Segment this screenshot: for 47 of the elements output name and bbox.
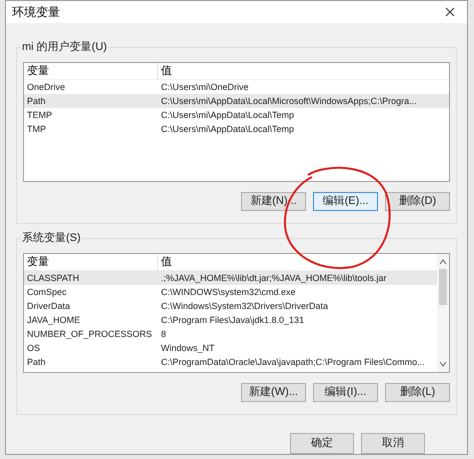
dialog-button[interactable]: 新建(W)...: [241, 383, 306, 402]
variable-name: DriverData: [26, 300, 72, 313]
column-header[interactable]: 值: [158, 63, 449, 80]
table-row[interactable]: DriverData C:\Windows\System32\Drivers\DriverData: [24, 299, 437, 313]
column-header[interactable]: 值: [158, 254, 437, 270]
variable-name: TEMP: [26, 109, 54, 122]
variable-name: Path: [26, 95, 47, 108]
table-row[interactable]: Path C:\ProgramData\Oracle\Java\javapath;C:\Program Files\Commo...: [24, 355, 437, 369]
table-row[interactable]: OS Windows_NT: [24, 341, 437, 355]
table-row[interactable]: Path C:\Users\mi\AppData\Local\Microsoft\WindowsApps;C:\Progra...: [24, 94, 449, 108]
variable-value: C:\WINDOWS\system32\cmd.exe: [160, 286, 296, 299]
table-row[interactable]: ComSpec C:\WINDOWS\system32\cmd.exe: [24, 285, 437, 299]
variable-name: JAVA_HOME: [26, 314, 82, 327]
dialog-button[interactable]: 删除(L): [385, 383, 450, 402]
variable-value: C:\Users\mi\AppData\Local\Temp: [160, 109, 294, 122]
variable-name: TMP: [26, 123, 47, 136]
group-label: 系统变量(S): [21, 231, 82, 245]
variable-name: NUMBER_OF_PROCESSORS: [26, 328, 154, 341]
table-row[interactable]: NUMBER_OF_PROCESSORS 8: [24, 327, 437, 341]
variable-value: C:\Users\mi\AppData\Local\Microsoft\WindowsApps;C:\Progra...: [160, 95, 417, 108]
table-row[interactable]: CLASSPATH .;%JAVA_HOME%\lib\dt.jar;%JAVA_HOME%\lib\tools.jar: [24, 271, 437, 285]
table-row[interactable]: TMP C:\Users\mi\AppData\Local\Temp: [24, 122, 449, 136]
dialog-button[interactable]: 取消: [361, 433, 425, 454]
variable-value: C:\Users\mi\OneDrive: [160, 81, 249, 94]
column-header[interactable]: 变量: [24, 254, 158, 270]
variable-name: OS: [26, 342, 42, 355]
variable-name: ComSpec: [26, 286, 68, 299]
variable-value: .;%JAVA_HOME%\lib\dt.jar;%JAVA_HOME%\lib\tools.jar: [160, 272, 386, 285]
variable-value: C:\Windows\System32\Drivers\DriverData: [160, 300, 328, 313]
variable-value: 8: [160, 328, 166, 341]
dialog-button[interactable]: 编辑(E)...: [313, 192, 378, 211]
dialog-button[interactable]: 编辑(I)...: [313, 383, 378, 402]
variable-name: Path: [26, 356, 47, 369]
variable-value: C:\Program Files\Java\jdk1.8.0_131: [160, 314, 304, 327]
variable-value: Windows_NT: [160, 342, 215, 355]
variable-name: CLASSPATH: [26, 272, 80, 285]
window-title: 环境变量: [12, 4, 60, 21]
variable-value: C:\Users\mi\AppData\Local\Temp: [160, 123, 294, 136]
table-row[interactable]: OneDrive C:\Users\mi\OneDrive: [24, 80, 449, 94]
table-row[interactable]: JAVA_HOME C:\Program Files\Java\jdk1.8.0_131: [24, 313, 437, 327]
variable-name: OneDrive: [26, 81, 66, 94]
column-header[interactable]: 变量: [24, 63, 158, 80]
group-label: mi 的用户变量(U): [21, 40, 108, 54]
variable-value: C:\ProgramData\Oracle\Java\javapath;C:\Program Files\Commo...: [160, 356, 425, 369]
table-row[interactable]: TEMP C:\Users\mi\AppData\Local\Temp: [24, 108, 449, 122]
dialog-button[interactable]: 删除(D): [385, 192, 450, 211]
dialog-button[interactable]: 确定: [290, 433, 354, 454]
